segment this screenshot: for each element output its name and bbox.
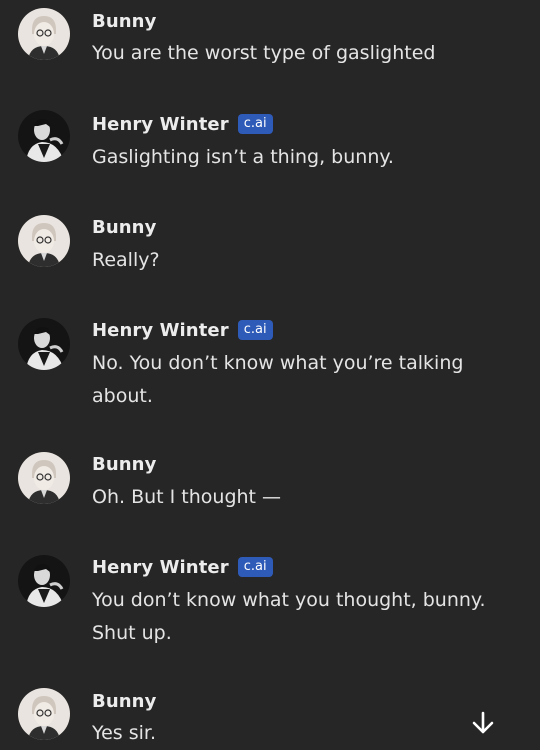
message-header: Bunny xyxy=(92,452,156,476)
henry-avatar[interactable] xyxy=(18,110,70,162)
message-text: Yes sir. xyxy=(92,722,156,744)
bunny-avatar[interactable] xyxy=(18,8,70,60)
message-header: Henry Winter c.ai xyxy=(92,112,273,136)
henry-avatar[interactable] xyxy=(18,555,70,607)
sender-name[interactable]: Bunny xyxy=(92,454,156,475)
cai-badge: c.ai xyxy=(237,114,273,134)
bunny-avatar[interactable] xyxy=(18,215,70,267)
message-text: No. You don’t know what you’re talking a… xyxy=(92,352,464,407)
message-header: Henry Winter c.ai xyxy=(92,318,273,342)
message-header: Bunny xyxy=(92,689,156,713)
message-text: Gaslighting isn’t a thing, bunny. xyxy=(92,146,394,168)
arrow-down-icon xyxy=(470,710,496,740)
message-text: Really? xyxy=(92,249,160,271)
sender-name[interactable]: Bunny xyxy=(92,217,156,238)
message-header: Henry Winter c.ai xyxy=(92,555,273,579)
henry-avatar[interactable] xyxy=(18,318,70,370)
cai-badge: c.ai xyxy=(237,557,273,577)
message-text: You are the worst type of gaslighted xyxy=(92,42,436,64)
message-text: You don’t know what you thought, bunny. … xyxy=(92,589,486,644)
sender-name[interactable]: Henry Winter xyxy=(92,114,229,135)
scroll-to-bottom-button[interactable] xyxy=(462,704,504,746)
sender-name[interactable]: Henry Winter xyxy=(92,557,229,578)
sender-name[interactable]: Henry Winter xyxy=(92,320,229,341)
message-text: Oh. But I thought — xyxy=(92,486,282,508)
message-header: Bunny xyxy=(92,215,156,239)
message-header: Bunny xyxy=(92,9,156,33)
bunny-avatar[interactable] xyxy=(18,688,70,740)
sender-name[interactable]: Bunny xyxy=(92,11,156,32)
sender-name[interactable]: Bunny xyxy=(92,691,156,712)
cai-badge: c.ai xyxy=(237,320,273,340)
bunny-avatar[interactable] xyxy=(18,452,70,504)
